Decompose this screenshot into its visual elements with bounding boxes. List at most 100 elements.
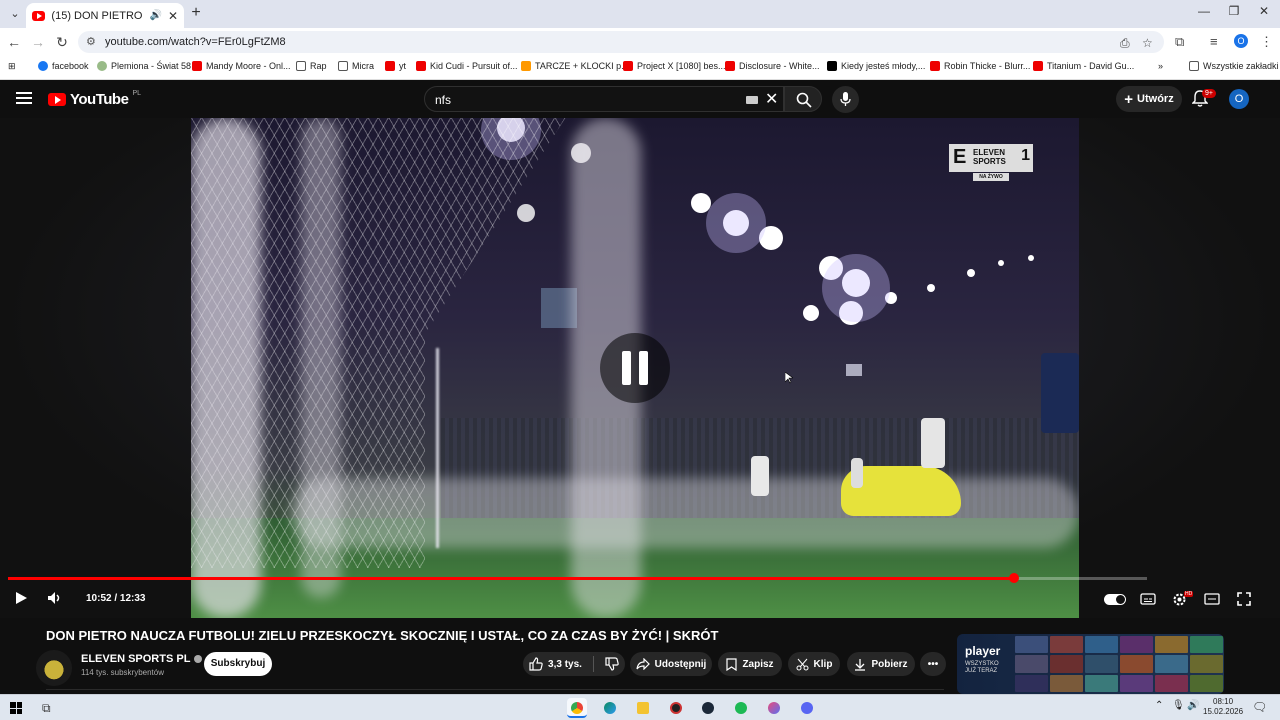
bookmark-item[interactable]: Robin Thicke - Blurr... (930, 61, 1030, 71)
bookmark-label: Project X [1080] bes... (637, 61, 726, 71)
forward-button[interactable]: → (30, 34, 46, 50)
youtube-header: YouTube PL ✕ + Utwórz (0, 80, 1280, 118)
bookmark-item[interactable]: Disclosure - White... (725, 61, 820, 71)
taskbar-steam[interactable] (698, 698, 718, 718)
account-avatar[interactable]: O (1229, 89, 1249, 109)
like-count[interactable]: 3,3 tys. (548, 659, 582, 670)
subtitles-icon[interactable] (1140, 593, 1156, 605)
media-control-icon[interactable]: ≡ (1210, 34, 1218, 49)
share-button[interactable]: Udostępnij (630, 652, 712, 676)
search-input[interactable] (435, 91, 735, 109)
system-clock[interactable]: 08:10 15.02.2026 (1203, 697, 1243, 717)
bookmark-item[interactable]: Kiedy jesteś młody,... (827, 61, 925, 71)
microphone-tray-icon[interactable]: 🎙 (1172, 700, 1185, 711)
ad-thumbnail (1155, 655, 1188, 673)
taskbar-edge[interactable] (600, 698, 620, 718)
bookmark-favicon-icon (385, 61, 395, 71)
spotify-icon (735, 702, 747, 714)
bookmark-label: yt (399, 61, 407, 71)
reload-button[interactable]: ↻ (54, 34, 70, 50)
close-window-button[interactable]: ✕ (1254, 4, 1274, 18)
notification-center-icon[interactable]: 🗨 (1252, 700, 1267, 714)
windows-start-icon[interactable] (10, 702, 22, 714)
more-actions-button[interactable]: ••• (920, 652, 946, 676)
task-view-icon[interactable]: ⧉ (42, 701, 51, 716)
autoplay-toggle[interactable] (1104, 594, 1126, 605)
edge-icon (604, 702, 616, 714)
ad-thumbnail (1015, 636, 1048, 654)
site-info-icon[interactable]: ⚙ (86, 35, 96, 48)
all-bookmarks-folder[interactable]: Wszystkie zakładki (1189, 61, 1279, 71)
clip-button[interactable]: Klip (788, 652, 840, 676)
miniplayer-icon[interactable] (1204, 593, 1220, 605)
download-button[interactable]: Pobierz (847, 652, 915, 676)
more-bookmarks-icon[interactable]: » (1158, 61, 1163, 71)
install-app-icon[interactable]: ⎙ (1120, 36, 1130, 51)
channel-avatar[interactable] (36, 650, 72, 686)
tray-overflow-icon[interactable]: ⌃ (1155, 700, 1163, 711)
browser-profile-avatar[interactable]: O (1234, 34, 1248, 48)
omnibox[interactable]: ⚙ youtube.com/watch?v=FEr0LgFtZM8 ⎙ ☆ (78, 31, 1164, 53)
blurred-net-foreground (191, 118, 261, 618)
search-box[interactable]: ✕ (424, 86, 784, 112)
thumbs-up-icon[interactable] (529, 657, 543, 671)
ad-brand-logo: player (965, 644, 1001, 658)
bookmark-item[interactable]: Micra (338, 61, 374, 71)
progress-bar[interactable] (8, 573, 1147, 583)
bookmark-item[interactable]: Plemiona - Świat 58 (97, 61, 191, 71)
create-button[interactable]: + Utwórz (1116, 86, 1182, 112)
football-player-figure (851, 458, 863, 488)
bookmark-item[interactable]: Project X [1080] bes... (623, 61, 726, 71)
voice-search-button[interactable] (832, 86, 859, 113)
bookmark-item[interactable]: TARCZE + KLOCKI p... (521, 61, 629, 71)
tab-strip: ⌄ (15) DON PIETRO NAUCZA 🔊 ✕ + — ❐ ✕ (0, 0, 1280, 28)
browser-menu-icon[interactable]: ⋮ (1260, 34, 1273, 50)
video-player[interactable]: ELEVEN SPORTS 1 NA ŻYWO 10:52 / 12:33 HD (0, 118, 1280, 618)
bookmark-item[interactable]: yt (385, 61, 406, 71)
bookmark-item[interactable]: Rap (296, 61, 327, 71)
taskbar-app-4[interactable] (666, 698, 686, 718)
search-button[interactable] (784, 86, 822, 112)
new-tab-button[interactable]: + (188, 5, 204, 21)
bookmark-item[interactable]: Titanium - David Gu... (1033, 61, 1134, 71)
save-button[interactable]: Zapisz (718, 652, 782, 676)
extensions-icon[interactable]: ⧉ (1175, 34, 1184, 50)
subscribe-button[interactable]: Subskrybuj (204, 652, 272, 676)
play-icon[interactable] (14, 591, 28, 605)
download-icon (855, 658, 866, 671)
speaker-tray-icon[interactable]: 🔊 (1187, 700, 1199, 711)
apps-grid-icon[interactable]: ⊞ (8, 61, 16, 72)
bookmark-favicon-icon (1033, 61, 1043, 71)
folder-icon (637, 702, 649, 714)
bookmark-item[interactable]: Mandy Moore - Onl... (192, 61, 291, 71)
taskbar-discord[interactable] (797, 698, 817, 718)
thumbs-down-icon[interactable] (605, 657, 619, 671)
bookmark-favicon-icon (725, 61, 735, 71)
taskbar-spotify[interactable] (731, 698, 751, 718)
close-tab-icon[interactable]: ✕ (168, 9, 178, 23)
youtube-logo[interactable]: YouTube PL (48, 90, 141, 108)
advertisement-panel[interactable]: player WSZYSTKO JUŻ TERAZ (957, 634, 1224, 694)
back-button[interactable]: ← (6, 34, 22, 50)
logo-number: 1 (1021, 147, 1030, 164)
channel-name-link[interactable]: ELEVEN SPORTS PL (81, 653, 203, 665)
bookmark-item[interactable]: facebook (38, 61, 89, 71)
bookmark-star-icon[interactable]: ☆ (1142, 36, 1153, 50)
menu-hamburger-icon[interactable] (16, 92, 32, 104)
taskbar-chrome[interactable] (567, 698, 587, 718)
center-pause-icon[interactable] (600, 333, 670, 403)
minimize-window-button[interactable]: — (1194, 4, 1214, 18)
audio-playing-icon[interactable]: 🔊 (149, 10, 161, 21)
browser-tab-active[interactable]: (15) DON PIETRO NAUCZA 🔊 ✕ (26, 3, 184, 28)
taskbar-file-explorer[interactable] (633, 698, 653, 718)
notifications-count-badge: 9+ (1202, 89, 1216, 98)
volume-icon[interactable] (47, 591, 63, 605)
bookmark-item[interactable]: Kid Cudi - Pursuit of... (416, 61, 518, 71)
region-code: PL (132, 90, 141, 97)
fullscreen-icon[interactable] (1237, 592, 1251, 606)
restore-window-button[interactable]: ❐ (1224, 4, 1244, 18)
clear-search-icon[interactable]: ✕ (765, 89, 778, 109)
tab-search-button[interactable]: ⌄ (6, 5, 24, 23)
taskbar-app-7[interactable] (764, 698, 784, 718)
keyboard-icon[interactable] (746, 96, 758, 104)
